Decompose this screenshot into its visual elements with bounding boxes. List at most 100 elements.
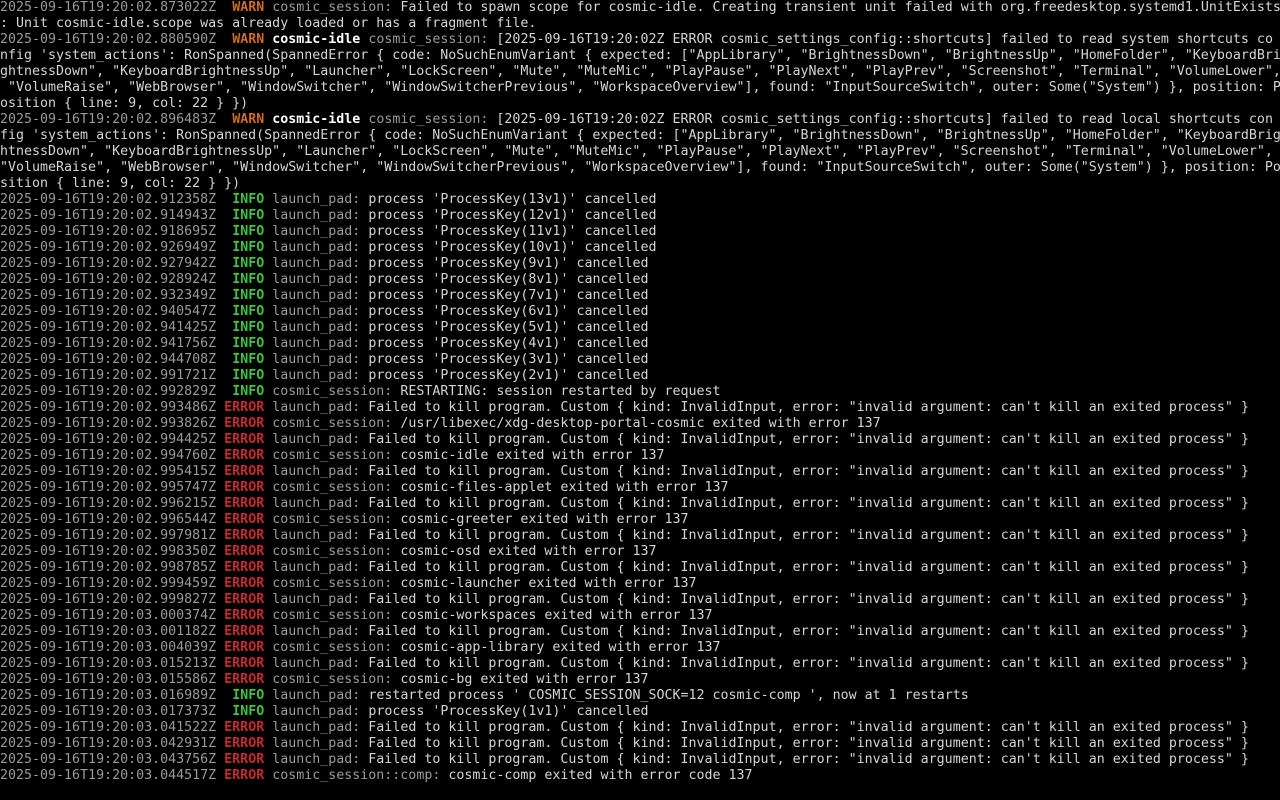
log-target: launch_pad: — [272, 720, 361, 735]
log-timestamp: 2025-09-16T19:20:02.999459Z — [0, 576, 217, 591]
log-line: 2025-09-16T19:20:02.996215Z ERROR launch… — [0, 496, 1280, 512]
log-target: launch_pad: — [272, 688, 361, 703]
log-target: cosmic_session: — [272, 512, 393, 527]
log-line: 2025-09-16T19:20:02.912358Z INFO launch_… — [0, 192, 1280, 208]
log-timestamp: 2025-09-16T19:20:02.998785Z — [0, 560, 217, 575]
log-timestamp: 2025-09-16T19:20:02.998350Z — [0, 544, 217, 559]
log-message: Failed to kill program. Custom { kind: I… — [368, 528, 1249, 543]
log-continuation: nfig 'system_actions': RonSpanned(Spanne… — [0, 48, 1280, 63]
log-timestamp: 2025-09-16T19:20:03.043756Z — [0, 752, 217, 767]
log-message: process 'ProcessKey(4v1)' cancelled — [368, 336, 649, 351]
log-level: INFO — [232, 272, 265, 287]
log-level: INFO — [232, 192, 265, 207]
log-line: 2025-09-16T19:20:03.044517Z ERROR cosmic… — [0, 768, 1280, 784]
log-line: 2025-09-16T19:20:02.995415Z ERROR launch… — [0, 464, 1280, 480]
log-message: cosmic-launcher exited with error 137 — [400, 576, 697, 591]
log-target: launch_pad: — [272, 560, 361, 575]
log-target: launch_pad: — [272, 752, 361, 767]
log-level: INFO — [232, 384, 265, 399]
log-message: process 'ProcessKey(11v1)' cancelled — [368, 224, 657, 239]
log-target: cosmic_session: — [272, 608, 393, 623]
log-timestamp: 2025-09-16T19:20:02.928924Z — [0, 272, 217, 287]
log-message: Failed to kill program. Custom { kind: I… — [368, 752, 1249, 767]
log-target: launch_pad: — [272, 272, 361, 287]
log-line: 2025-09-16T19:20:03.000374Z ERROR cosmic… — [0, 608, 1280, 624]
log-line: 2025-09-16T19:20:02.896483Z WARN cosmic-… — [0, 112, 1280, 128]
log-timestamp: 2025-09-16T19:20:03.041522Z — [0, 720, 217, 735]
log-level: INFO — [232, 320, 265, 335]
log-level: ERROR — [224, 624, 265, 639]
log-level: ERROR — [224, 736, 265, 751]
log-message: process 'ProcessKey(2v1)' cancelled — [368, 368, 649, 383]
log-level: ERROR — [224, 528, 265, 543]
log-level: ERROR — [224, 400, 265, 415]
log-line: 2025-09-16T19:20:03.015586Z ERROR cosmic… — [0, 672, 1280, 688]
log-target: cosmic_session: — [272, 448, 393, 463]
log-line: 2025-09-16T19:20:02.926949Z INFO launch_… — [0, 240, 1280, 256]
log-level: INFO — [232, 288, 265, 303]
log-line: nfig 'system_actions': RonSpanned(Spanne… — [0, 48, 1280, 64]
log-message: process 'ProcessKey(5v1)' cancelled — [368, 320, 649, 335]
log-line: 2025-09-16T19:20:02.993486Z ERROR launch… — [0, 400, 1280, 416]
log-line: ghtnessDown", "KeyboardBrightnessUp", "L… — [0, 64, 1280, 80]
log-target: launch_pad: — [272, 304, 361, 319]
log-line: 2025-09-16T19:20:02.940547Z INFO launch_… — [0, 304, 1280, 320]
log-continuation: : Unit cosmic-idle.scope was already loa… — [0, 16, 537, 31]
log-timestamp: 2025-09-16T19:20:03.015213Z — [0, 656, 217, 671]
log-target: launch_pad: — [272, 736, 361, 751]
log-level: ERROR — [224, 576, 265, 591]
log-target: launch_pad: — [272, 400, 361, 415]
log-line: 2025-09-16T19:20:02.998785Z ERROR launch… — [0, 560, 1280, 576]
log-target: launch_pad: — [272, 224, 361, 239]
log-message: cosmic-files-applet exited with error 13… — [400, 480, 729, 495]
log-continuation: "VolumeRaise", "WebBrowser", "WindowSwit… — [0, 80, 1280, 95]
log-timestamp: 2025-09-16T19:20:02.914943Z — [0, 208, 217, 223]
log-continuation: "VolumeRaise", "WebBrowser", "WindowSwit… — [0, 160, 1280, 175]
log-timestamp: 2025-09-16T19:20:02.926949Z — [0, 240, 217, 255]
log-timestamp: 2025-09-16T19:20:02.896483Z — [0, 112, 217, 127]
log-target: launch_pad: — [272, 192, 361, 207]
log-line: : Unit cosmic-idle.scope was already loa… — [0, 16, 1280, 32]
log-message: process 'ProcessKey(6v1)' cancelled — [368, 304, 649, 319]
log-timestamp: 2025-09-16T19:20:02.941756Z — [0, 336, 217, 351]
log-target: cosmic_session: — [368, 32, 489, 47]
log-level: ERROR — [224, 448, 265, 463]
log-timestamp: 2025-09-16T19:20:02.993826Z — [0, 416, 217, 431]
log-message: process 'ProcessKey(3v1)' cancelled — [368, 352, 649, 367]
log-target: launch_pad: — [272, 704, 361, 719]
log-line: 2025-09-16T19:20:02.928924Z INFO launch_… — [0, 272, 1280, 288]
log-timestamp: 2025-09-16T19:20:02.996544Z — [0, 512, 217, 527]
log-message: cosmic-comp exited with error code 137 — [448, 768, 753, 783]
log-line: sition { line: 9, col: 22 } }) — [0, 176, 1280, 192]
log-message: Failed to kill program. Custom { kind: I… — [368, 720, 1249, 735]
log-message: /usr/libexec/xdg-desktop-portal-cosmic e… — [400, 416, 881, 431]
log-level: ERROR — [224, 464, 265, 479]
log-level: INFO — [232, 240, 265, 255]
log-level: INFO — [232, 208, 265, 223]
log-target: cosmic_session: — [272, 640, 393, 655]
log-line: 2025-09-16T19:20:02.994760Z ERROR cosmic… — [0, 448, 1280, 464]
log-line: 2025-09-16T19:20:02.999459Z ERROR cosmic… — [0, 576, 1280, 592]
log-level: WARN — [232, 112, 265, 127]
log-target: launch_pad: — [272, 208, 361, 223]
log-timestamp: 2025-09-16T19:20:02.932349Z — [0, 288, 217, 303]
log-process-name: cosmic-idle — [272, 112, 361, 127]
log-message: process 'ProcessKey(7v1)' cancelled — [368, 288, 649, 303]
log-line: 2025-09-16T19:20:02.914943Z INFO launch_… — [0, 208, 1280, 224]
log-timestamp: 2025-09-16T19:20:02.995747Z — [0, 480, 217, 495]
log-line: 2025-09-16T19:20:03.016989Z INFO launch_… — [0, 688, 1280, 704]
log-message: cosmic-greeter exited with error 137 — [400, 512, 689, 527]
log-timestamp: 2025-09-16T19:20:02.918695Z — [0, 224, 217, 239]
log-line: 2025-09-16T19:20:02.941425Z INFO launch_… — [0, 320, 1280, 336]
log-level: ERROR — [224, 480, 265, 495]
log-level: INFO — [232, 352, 265, 367]
log-message: process 'ProcessKey(13v1)' cancelled — [368, 192, 657, 207]
log-level: ERROR — [224, 512, 265, 527]
log-line: 2025-09-16T19:20:03.001182Z ERROR launch… — [0, 624, 1280, 640]
log-line: 2025-09-16T19:20:03.004039Z ERROR cosmic… — [0, 640, 1280, 656]
log-target: launch_pad: — [272, 464, 361, 479]
log-message: Failed to kill program. Custom { kind: I… — [368, 624, 1249, 639]
log-timestamp: 2025-09-16T19:20:02.993486Z — [0, 400, 217, 415]
log-message: process 'ProcessKey(1v1)' cancelled — [368, 704, 649, 719]
log-target: launch_pad: — [272, 624, 361, 639]
